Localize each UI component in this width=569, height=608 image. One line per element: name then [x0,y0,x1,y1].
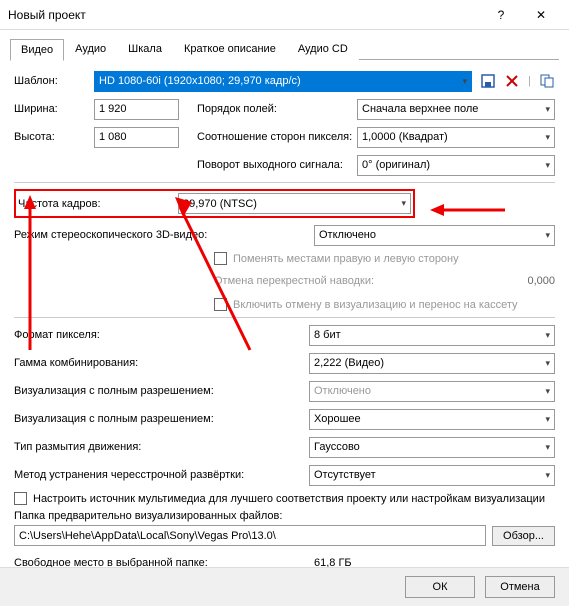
height-label: Высота: [14,131,94,143]
tab-audiocd[interactable]: Аудио CD [287,38,359,60]
template-select[interactable]: HD 1080-60i (1920x1080; 29,970 кадр/с)▾ [94,71,472,92]
match-media-icon[interactable] [539,73,555,89]
adjust-source-label: Настроить источник мультимедиа для лучше… [33,493,545,505]
tab-summary[interactable]: Краткое описание [173,38,287,60]
crosstalk-label: Отмена перекрестной наводки: [214,275,495,287]
adjust-source-checkbox[interactable] [14,492,27,505]
stereo3d-select[interactable]: Отключено▾ [314,225,555,246]
browse-button[interactable]: Обзор... [492,526,555,546]
framerate-label: Частота кадров: [18,198,178,210]
viz-full1-select[interactable]: Отключено▾ [309,381,555,402]
height-input[interactable] [94,127,179,148]
stereo3d-label: Режим стереоскопического 3D-видео: [14,229,314,241]
gamma-label: Гамма комбинирования: [14,357,309,369]
save-template-icon[interactable] [480,73,496,89]
pixel-format-select[interactable]: 8 бит▾ [309,325,555,346]
output-rotation-select[interactable]: 0° (оригинал)▾ [357,155,555,176]
viz-full1-label: Визуализация с полным разрешением: [14,385,309,397]
deinterlace-label: Метод устранения чересстрочной развёртки… [14,469,309,481]
include-cancel-checkbox[interactable] [214,298,227,311]
prerender-path-input[interactable] [14,525,486,546]
width-input[interactable] [94,99,179,120]
field-order-select[interactable]: Сначала верхнее поле▾ [357,99,555,120]
crosstalk-value: 0,000 [495,275,555,287]
help-button[interactable]: ? [481,1,521,29]
field-order-label: Порядок полей: [197,103,357,115]
tab-video[interactable]: Видео [10,39,64,61]
delete-template-icon[interactable] [504,73,520,89]
cancel-button[interactable]: Отмена [485,576,555,598]
framerate-highlight: Частота кадров: 29,970 (NTSC)▾ [14,189,415,218]
par-label: Соотношение сторон пикселя: [197,131,357,143]
width-label: Ширина: [14,103,94,115]
viz-full2-label: Визуализация с полным разрешением: [14,413,309,425]
tab-ruler[interactable]: Шкала [117,38,173,60]
swap-lr-label: Поменять местами правую и левую сторону [233,253,459,265]
template-label: Шаблон: [14,75,94,87]
framerate-select[interactable]: 29,970 (NTSC)▾ [178,193,411,214]
include-cancel-label: Включить отмену в визуализацию и перенос… [233,299,518,311]
par-select[interactable]: 1,0000 (Квадрат)▾ [357,127,555,148]
deinterlace-select[interactable]: Отсутствует▾ [309,465,555,486]
viz-full2-select[interactable]: Хорошее▾ [309,409,555,430]
annotation-arrow-right [430,200,510,220]
window-title: Новый проект [8,8,481,22]
ok-button[interactable]: ОК [405,576,475,598]
pixel-format-label: Формат пикселя: [14,329,309,341]
close-button[interactable]: ✕ [521,1,561,29]
output-rotation-label: Поворот выходного сигнала: [197,159,357,171]
motion-blur-label: Тип размытия движения: [14,441,309,453]
tab-audio[interactable]: Аудио [64,38,117,60]
gamma-select[interactable]: 2,222 (Видео)▾ [309,353,555,374]
swap-lr-checkbox[interactable] [214,252,227,265]
motion-blur-select[interactable]: Гауссово▾ [309,437,555,458]
prerender-label: Папка предварительно визуализированных ф… [14,510,555,522]
